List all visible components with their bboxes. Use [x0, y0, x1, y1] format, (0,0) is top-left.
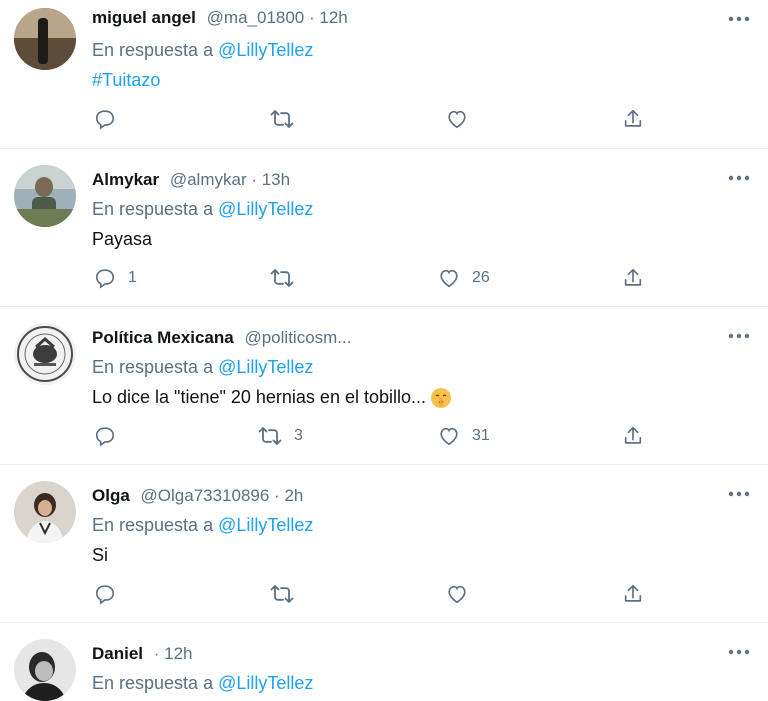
share-icon — [624, 109, 642, 127]
tweet-header: Política Mexicana @politicosm... — [92, 328, 351, 348]
author-handle[interactable]: @politicosm... — [244, 328, 351, 347]
tweet-5[interactable]: Daniel · 12h En respuesta a @LillyTellez — [0, 623, 768, 701]
like-count: 26 — [472, 269, 490, 286]
author-name[interactable]: Daniel — [92, 644, 143, 663]
reply-mention-link[interactable]: @LillyTellez — [218, 515, 313, 535]
like-button[interactable]: 31 — [438, 425, 490, 447]
reply-prefix: En respuesta a — [92, 357, 214, 377]
tweet-2[interactable]: Almykar @almykar · 13h En respuesta a @L… — [0, 149, 768, 306]
share-icon — [624, 268, 642, 286]
heart-icon — [440, 427, 458, 446]
shushing-face-emoji — [431, 388, 451, 409]
tweet-text: Payasa — [92, 229, 153, 249]
tweet-header: miguel angel @ma_01800 · 12h — [92, 8, 348, 28]
share-button[interactable] — [622, 425, 644, 447]
heart-icon — [448, 585, 466, 604]
reply-count: 1 — [128, 269, 137, 286]
retweet-button[interactable]: 3 — [258, 425, 303, 447]
reply-context: En respuesta a @LillyTellez — [92, 40, 313, 61]
heart-icon — [448, 110, 466, 129]
author-handle[interactable]: · 12h — [154, 644, 193, 663]
tweet-3[interactable]: Política Mexicana @politicosm... En resp… — [0, 307, 768, 464]
avatar[interactable] — [14, 8, 76, 70]
tweet-text: Lo dice la "tiene" 20 hernias en el tobi… — [92, 387, 426, 407]
retweet-icon — [270, 585, 294, 603]
author-handle[interactable]: @ma_01800 · 12h — [207, 8, 348, 27]
reply-mention-link[interactable]: @LillyTellez — [218, 357, 313, 377]
like-button[interactable]: 26 — [438, 267, 490, 289]
reply-mention-link[interactable]: @LillyTellez — [218, 40, 313, 60]
heart-icon — [440, 269, 458, 288]
like-button[interactable] — [446, 583, 480, 605]
more-icon[interactable] — [728, 491, 750, 501]
reply-icon — [95, 427, 115, 447]
retweet-button[interactable] — [270, 108, 306, 130]
tweet-header: Almykar @almykar · 13h — [92, 170, 290, 190]
reply-icon — [95, 585, 115, 605]
author-handle[interactable]: @almykar · 13h — [170, 170, 290, 189]
reply-icon — [95, 110, 115, 130]
tweet-text: Si — [92, 545, 109, 565]
reply-prefix: En respuesta a — [92, 515, 214, 535]
reply-prefix: En respuesta a — [92, 673, 214, 693]
reply-button[interactable] — [94, 425, 128, 447]
author-name[interactable]: miguel angel — [92, 8, 196, 27]
reply-button[interactable] — [94, 108, 128, 130]
author-name[interactable]: Política Mexicana — [92, 328, 234, 347]
more-icon[interactable] — [728, 649, 750, 659]
retweet-button[interactable] — [270, 583, 306, 605]
avatar[interactable] — [14, 481, 76, 543]
more-icon[interactable] — [728, 16, 750, 26]
retweet-icon — [258, 427, 282, 445]
share-button[interactable] — [622, 108, 644, 130]
retweet-icon — [270, 110, 294, 128]
author-name[interactable]: Almykar — [92, 170, 159, 189]
reply-context: En respuesta a @LillyTellez — [92, 515, 313, 536]
reply-mention-link[interactable]: @LillyTellez — [218, 673, 313, 693]
tweet-4[interactable]: Olga @Olga73310896 · 2h En respuesta a @… — [0, 465, 768, 622]
avatar[interactable] — [14, 639, 76, 701]
tweet-text-row: Lo dice la "tiene" 20 hernias en el tobi… — [92, 387, 452, 409]
more-icon[interactable] — [728, 175, 750, 185]
author-handle[interactable]: @Olga73310896 · 2h — [141, 486, 304, 505]
retweet-count: 3 — [294, 427, 303, 444]
reply-context: En respuesta a @LillyTellez — [92, 357, 313, 378]
tweet-header: Daniel · 12h — [92, 644, 193, 664]
reply-mention-link[interactable]: @LillyTellez — [218, 199, 313, 219]
reply-button[interactable]: 1 — [94, 267, 137, 289]
like-count: 31 — [472, 427, 490, 444]
avatar[interactable] — [14, 323, 76, 385]
retweet-icon — [270, 269, 294, 287]
retweet-button[interactable] — [270, 267, 306, 289]
reply-context: En respuesta a @LillyTellez — [92, 673, 313, 694]
reply-button[interactable] — [94, 583, 128, 605]
share-button[interactable] — [622, 267, 644, 289]
like-button[interactable] — [446, 108, 480, 130]
tweet-header: Olga @Olga73310896 · 2h — [92, 486, 303, 506]
tweet-text[interactable]: #Tuitazo — [92, 70, 160, 91]
reply-context: En respuesta a @LillyTellez — [92, 199, 313, 220]
author-name[interactable]: Olga — [92, 486, 130, 505]
reply-prefix: En respuesta a — [92, 40, 214, 60]
reply-icon — [95, 269, 115, 289]
share-button[interactable] — [622, 583, 644, 605]
share-icon — [624, 584, 642, 602]
more-icon[interactable] — [728, 333, 750, 343]
share-icon — [624, 426, 642, 444]
tweet-1[interactable]: miguel angel @ma_01800 · 12h En respuest… — [0, 0, 768, 148]
reply-prefix: En respuesta a — [92, 199, 214, 219]
avatar[interactable] — [14, 165, 76, 227]
